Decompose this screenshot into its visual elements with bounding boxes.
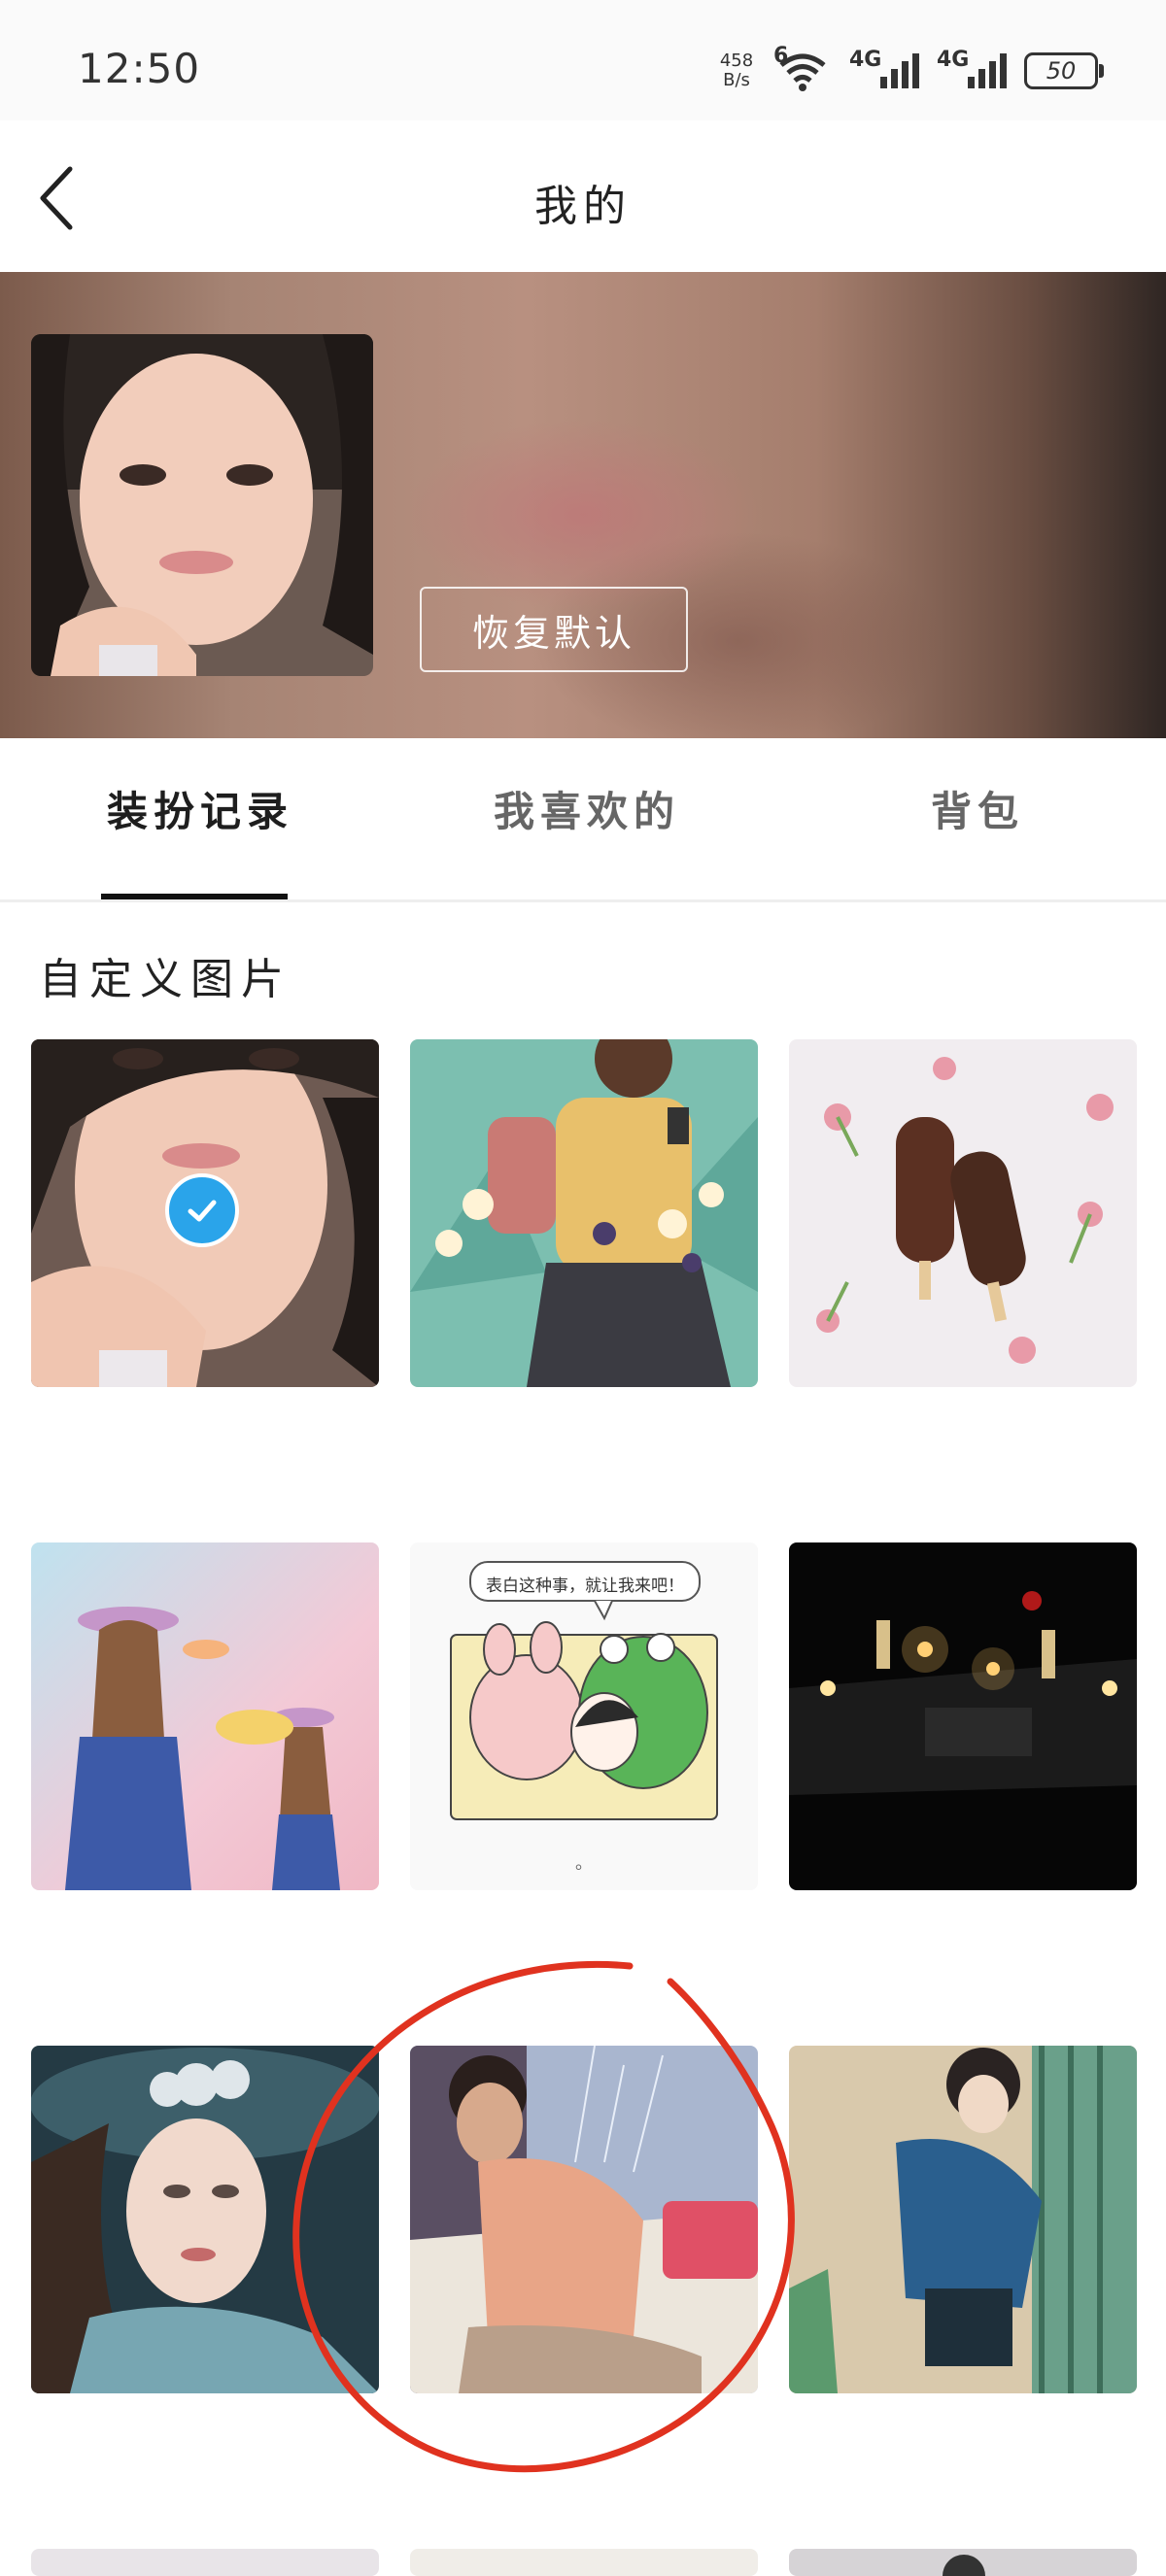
page-title: 我的 — [534, 182, 632, 231]
current-avatar[interactable] — [31, 334, 373, 676]
profile-banner: 恢复默认 — [0, 272, 1166, 738]
sim2-network-tag: 4G — [937, 48, 970, 72]
grid-item-3[interactable] — [789, 1039, 1137, 1387]
sim1-network-tag: 4G — [849, 48, 882, 72]
status-time: 12:50 — [78, 45, 201, 92]
status-icons: 458 B/s 6 4G 4G 50 — [717, 44, 1104, 95]
wifi-icon: 6 — [773, 44, 832, 92]
network-speed-value: 458 — [719, 51, 754, 71]
tab-outfit-history[interactable]: 装扮记录 — [107, 779, 293, 838]
grid-item-6[interactable] — [789, 1542, 1137, 1890]
comic-bubble-text: 表白这种事，就让我来吧！ — [486, 1576, 684, 1596]
battery-icon: 50 — [1024, 52, 1104, 89]
selected-check-icon — [165, 1173, 239, 1247]
signal-sim1-icon: 4G — [849, 48, 919, 88]
grid-item-5[interactable]: 表白这种事，就让我来吧！ 。 — [410, 1542, 758, 1890]
tab-backpack[interactable]: 背包 — [931, 779, 1024, 838]
grid-item-12[interactable] — [789, 2549, 1137, 2576]
grid-item-7[interactable] — [31, 2046, 379, 2393]
grid-item-2[interactable] — [410, 1039, 758, 1387]
section-title: 自定义图片 — [39, 955, 292, 1004]
grid-item-1[interactable] — [31, 1039, 379, 1387]
nav-bar: 我的 — [0, 120, 1166, 272]
battery-level: 50 — [1046, 57, 1077, 85]
comic-caption: 。 — [575, 1853, 593, 1874]
grid-item-8[interactable] — [410, 2046, 758, 2393]
grid-item-10[interactable] — [31, 2549, 379, 2576]
restore-default-button[interactable]: 恢复默认 — [420, 587, 688, 672]
wifi-tag: 6 — [773, 44, 789, 68]
network-speed: 458 B/s — [717, 51, 756, 90]
tab-favorites[interactable]: 我喜欢的 — [494, 779, 680, 838]
grid-item-4[interactable] — [31, 1542, 379, 1890]
grid-item-11[interactable] — [410, 2549, 758, 2576]
tab-bar: 装扮记录 我喜欢的 背包 — [0, 738, 1166, 902]
active-tab-indicator — [101, 894, 288, 899]
signal-sim2-icon: 4G — [937, 48, 1007, 88]
grid-item-9[interactable] — [789, 2046, 1137, 2393]
network-speed-unit: B/s — [723, 70, 750, 90]
status-bar: 12:50 458 B/s 6 4G 4G 50 — [0, 0, 1166, 120]
